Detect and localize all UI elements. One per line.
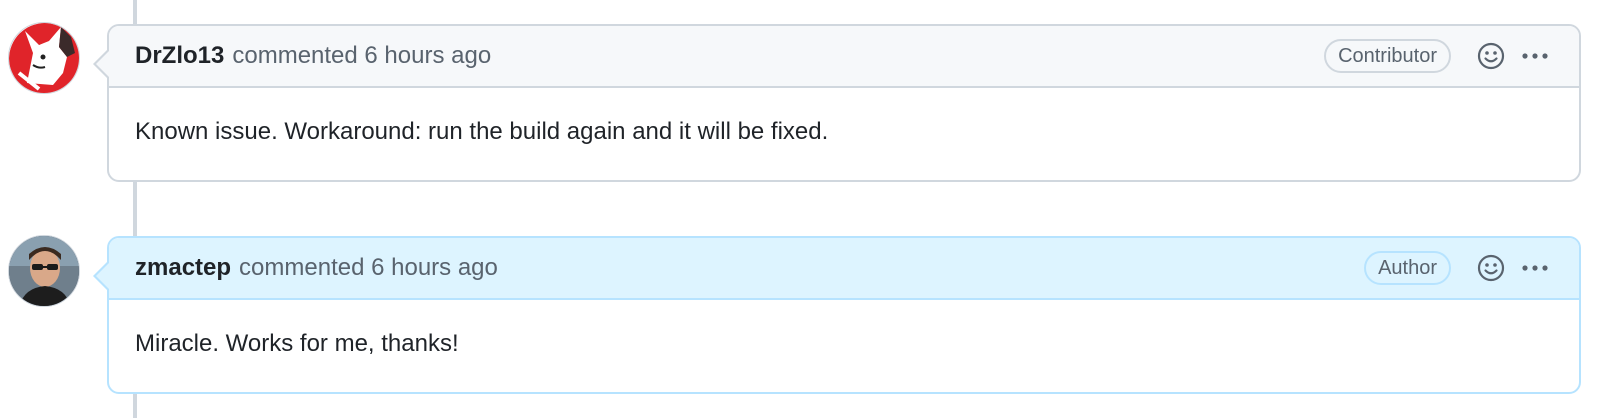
- username-link[interactable]: zmactep: [135, 254, 231, 282]
- add-reaction-button[interactable]: [1473, 38, 1509, 74]
- kebab-horizontal-icon: [1522, 265, 1548, 271]
- more-options-button[interactable]: [1517, 38, 1553, 74]
- add-reaction-button[interactable]: [1473, 250, 1509, 286]
- comment-arrow-inner: [96, 50, 110, 78]
- smiley-icon: [1477, 42, 1505, 70]
- username-link[interactable]: DrZlo13: [135, 42, 224, 70]
- comment-body: Known issue. Workaround: run the build a…: [135, 118, 829, 145]
- fox-avatar-icon: [9, 23, 79, 93]
- avatar[interactable]: [8, 235, 80, 307]
- comment-body: Miracle. Works for me, thanks!: [135, 330, 459, 357]
- smiley-icon: [1477, 254, 1505, 282]
- more-options-button[interactable]: [1517, 250, 1553, 286]
- comment-arrow-inner: [96, 262, 110, 290]
- user-photo-avatar-icon: [9, 236, 79, 306]
- comment-box: zmactep commented 6 hours ago Author Mir…: [93, 236, 1581, 394]
- contributor-badge: Contributor: [1324, 39, 1451, 73]
- kebab-horizontal-icon: [1522, 53, 1548, 59]
- avatar[interactable]: [8, 22, 80, 94]
- comment-timestamp[interactable]: commented 6 hours ago: [232, 42, 491, 70]
- author-badge: Author: [1364, 251, 1451, 285]
- comment-box: DrZlo13 commented 6 hours ago Contributo…: [93, 24, 1581, 182]
- comment-header: DrZlo13 commented 6 hours ago Contributo…: [109, 26, 1579, 88]
- comment-header: zmactep commented 6 hours ago Author: [109, 238, 1579, 300]
- comment-timestamp[interactable]: commented 6 hours ago: [239, 254, 498, 282]
